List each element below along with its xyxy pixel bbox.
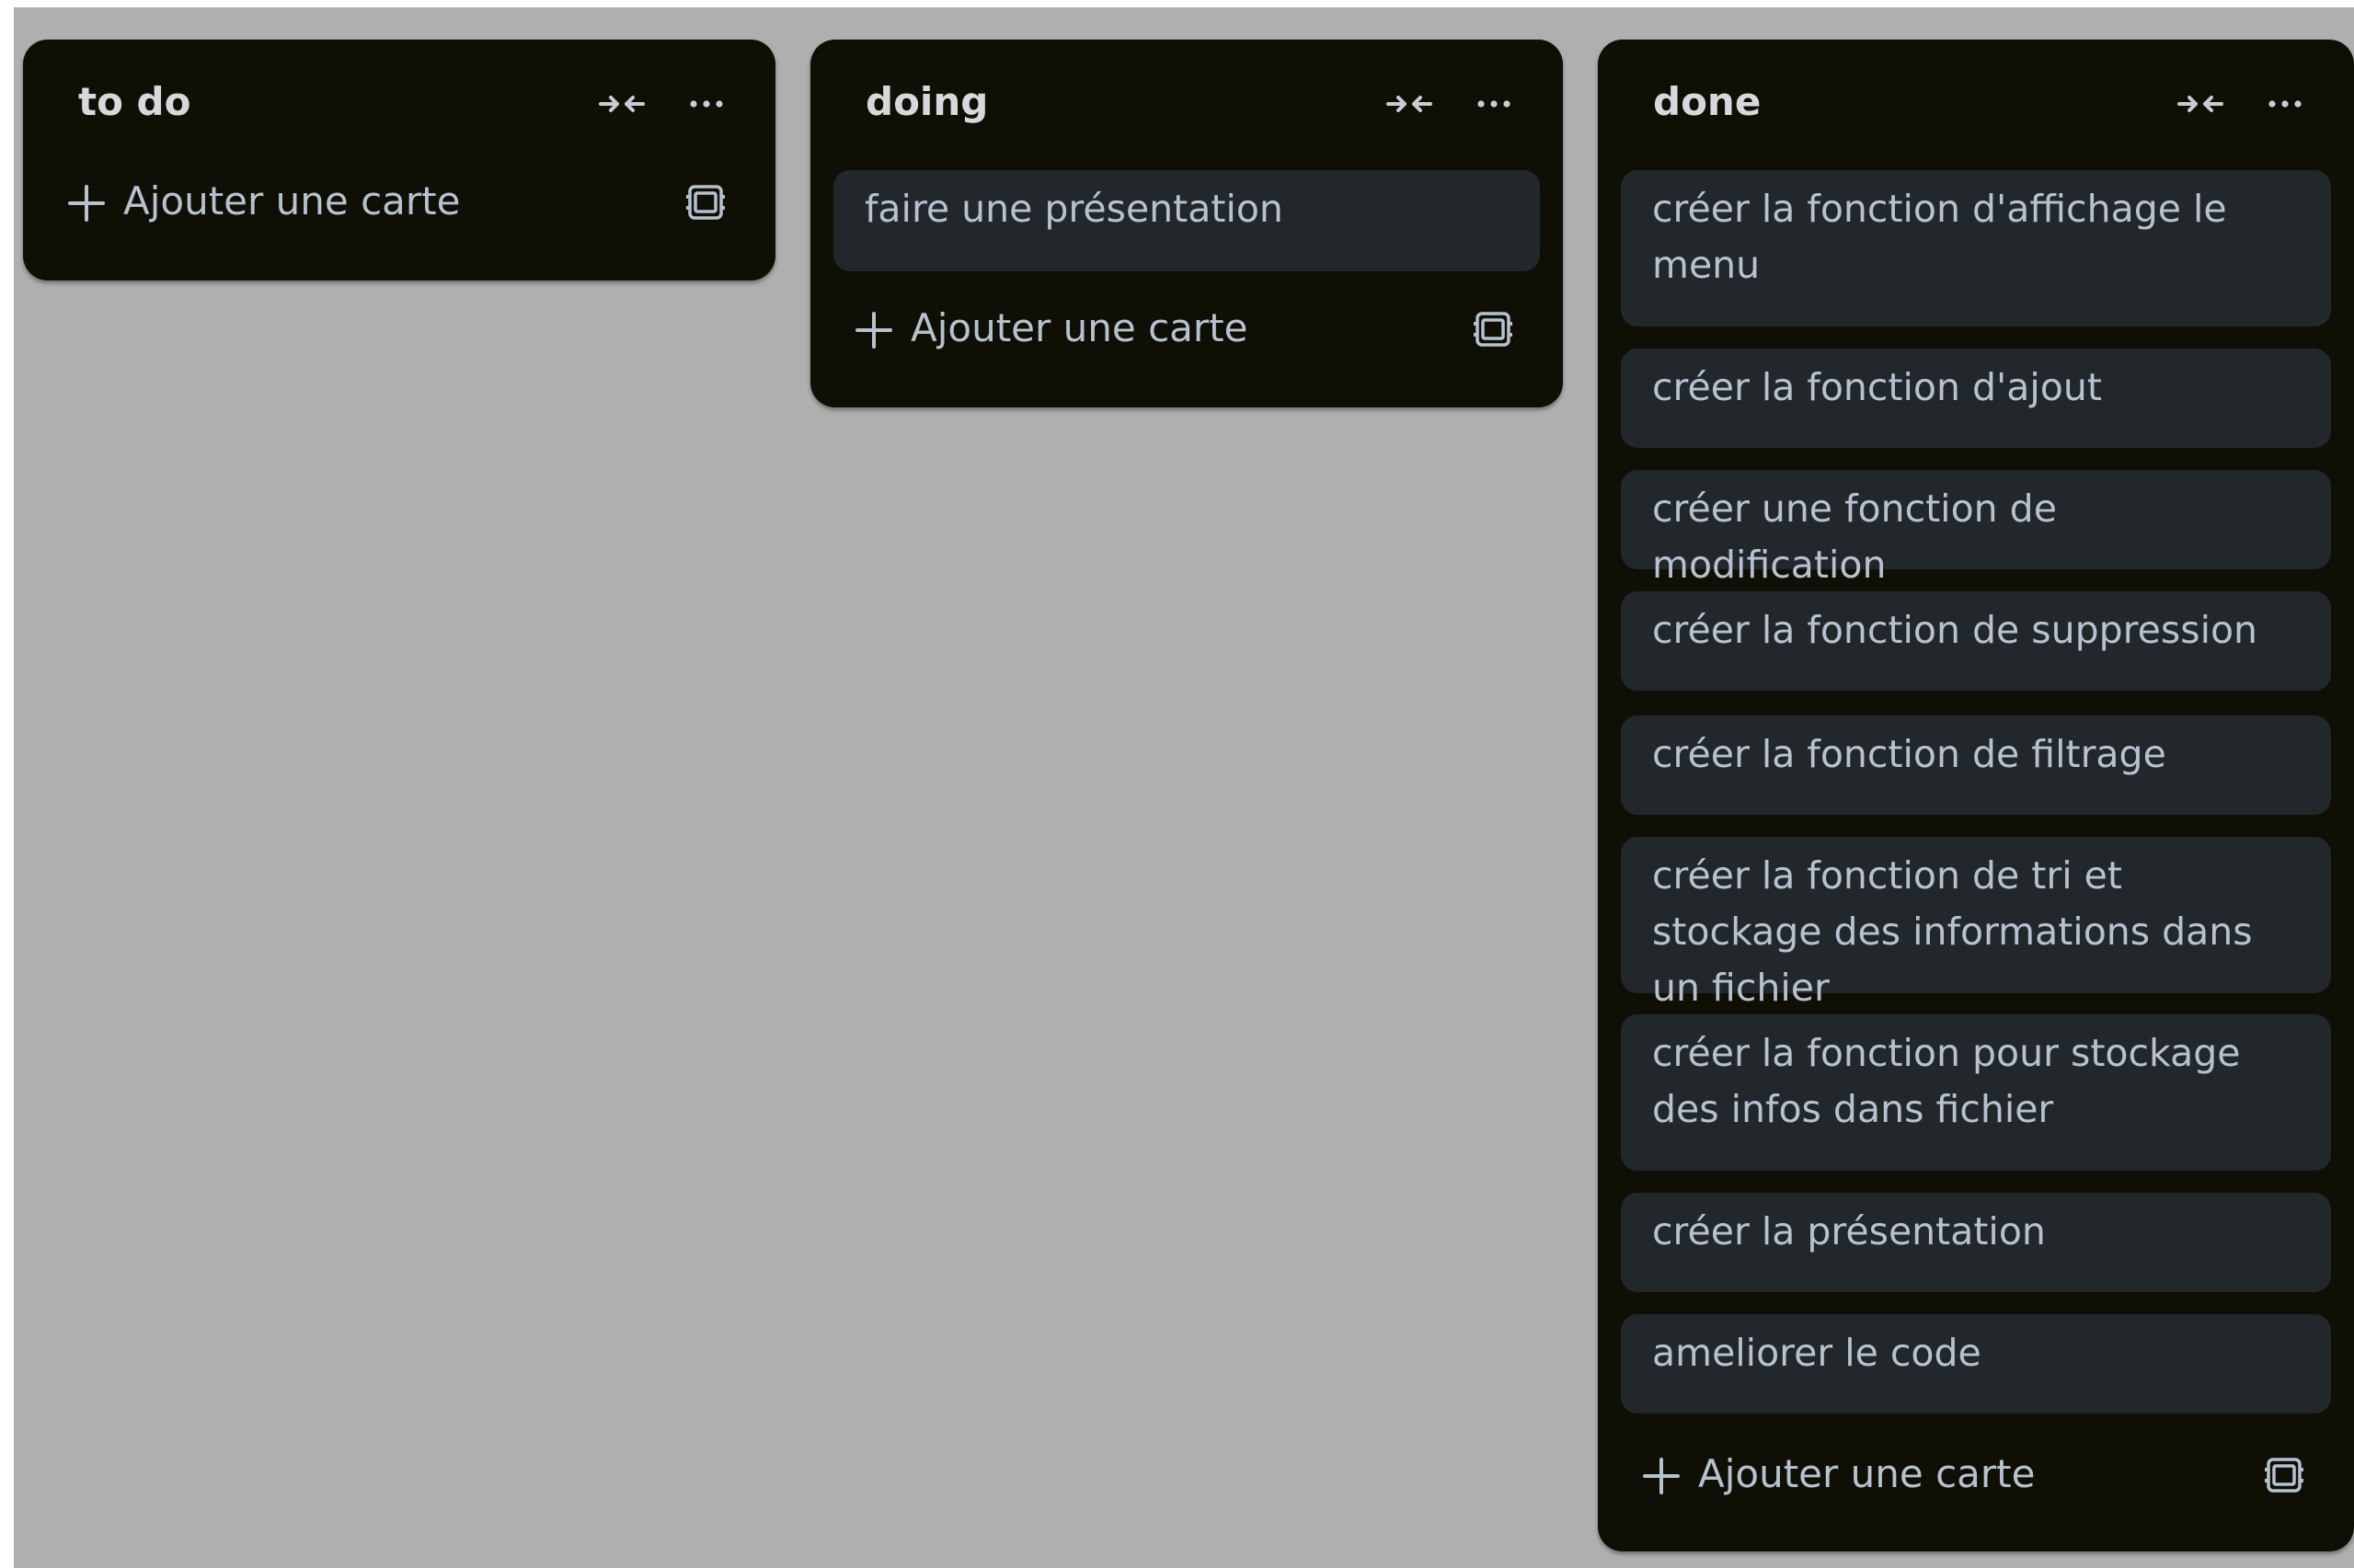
add-card-label: Ajouter une carte bbox=[911, 305, 1248, 350]
card[interactable]: ameliorer le code bbox=[1621, 1314, 2331, 1413]
list-header: doing bbox=[810, 40, 1563, 168]
card[interactable]: créer la fonction d'affichage le menu bbox=[1621, 170, 2331, 326]
add-card-button[interactable]: Ajouter une carte bbox=[1621, 1434, 2331, 1516]
collapse-arrows-icon[interactable] bbox=[597, 84, 647, 124]
add-card-label: Ajouter une carte bbox=[123, 178, 461, 223]
more-dots-icon[interactable] bbox=[1469, 84, 1519, 124]
add-card-button[interactable]: Ajouter une carte bbox=[46, 161, 752, 244]
plus-icon bbox=[1641, 1456, 1682, 1496]
list-header: done bbox=[1598, 40, 2354, 168]
card[interactable]: faire une présentation bbox=[833, 170, 1540, 271]
list-title[interactable]: doing bbox=[866, 74, 988, 130]
list-done: done créer la fonction d'affichage le me… bbox=[1598, 40, 2354, 1551]
collapse-arrows-icon[interactable] bbox=[2176, 84, 2225, 124]
card[interactable]: créer une fonction de modification bbox=[1621, 470, 2331, 587]
card[interactable]: créer la fonction d'ajout bbox=[1621, 349, 2331, 448]
kanban-board: to do Ajouter une carte doing faire une … bbox=[14, 7, 2354, 1568]
more-dots-icon[interactable] bbox=[2260, 84, 2310, 124]
collapse-arrows-icon[interactable] bbox=[1384, 84, 1434, 124]
card[interactable]: créer la fonction de filtrage bbox=[1621, 715, 2331, 815]
card[interactable]: créer la fonction de tri et stockage des… bbox=[1621, 837, 2331, 1010]
card[interactable]: créer la fonction de suppression bbox=[1621, 591, 2331, 691]
add-card-button[interactable]: Ajouter une carte bbox=[833, 288, 1540, 371]
card[interactable]: créer la présentation bbox=[1621, 1193, 2331, 1292]
plus-icon bbox=[854, 310, 894, 350]
list-to-do: to do Ajouter une carte bbox=[23, 40, 775, 280]
list-doing: doing faire une présentation Ajouter une… bbox=[810, 40, 1563, 407]
add-card-label: Ajouter une carte bbox=[1698, 1451, 2036, 1496]
plus-icon bbox=[66, 183, 107, 223]
card[interactable]: créer la fonction pour stockage des info… bbox=[1621, 1014, 2331, 1171]
card-template-icon[interactable] bbox=[2263, 1454, 2305, 1496]
card-template-icon[interactable] bbox=[1472, 308, 1514, 350]
list-title[interactable]: done bbox=[1653, 74, 1761, 130]
list-title[interactable]: to do bbox=[78, 74, 190, 130]
more-dots-icon[interactable] bbox=[682, 84, 731, 124]
list-header: to do bbox=[23, 40, 775, 168]
card-template-icon[interactable] bbox=[684, 181, 727, 223]
